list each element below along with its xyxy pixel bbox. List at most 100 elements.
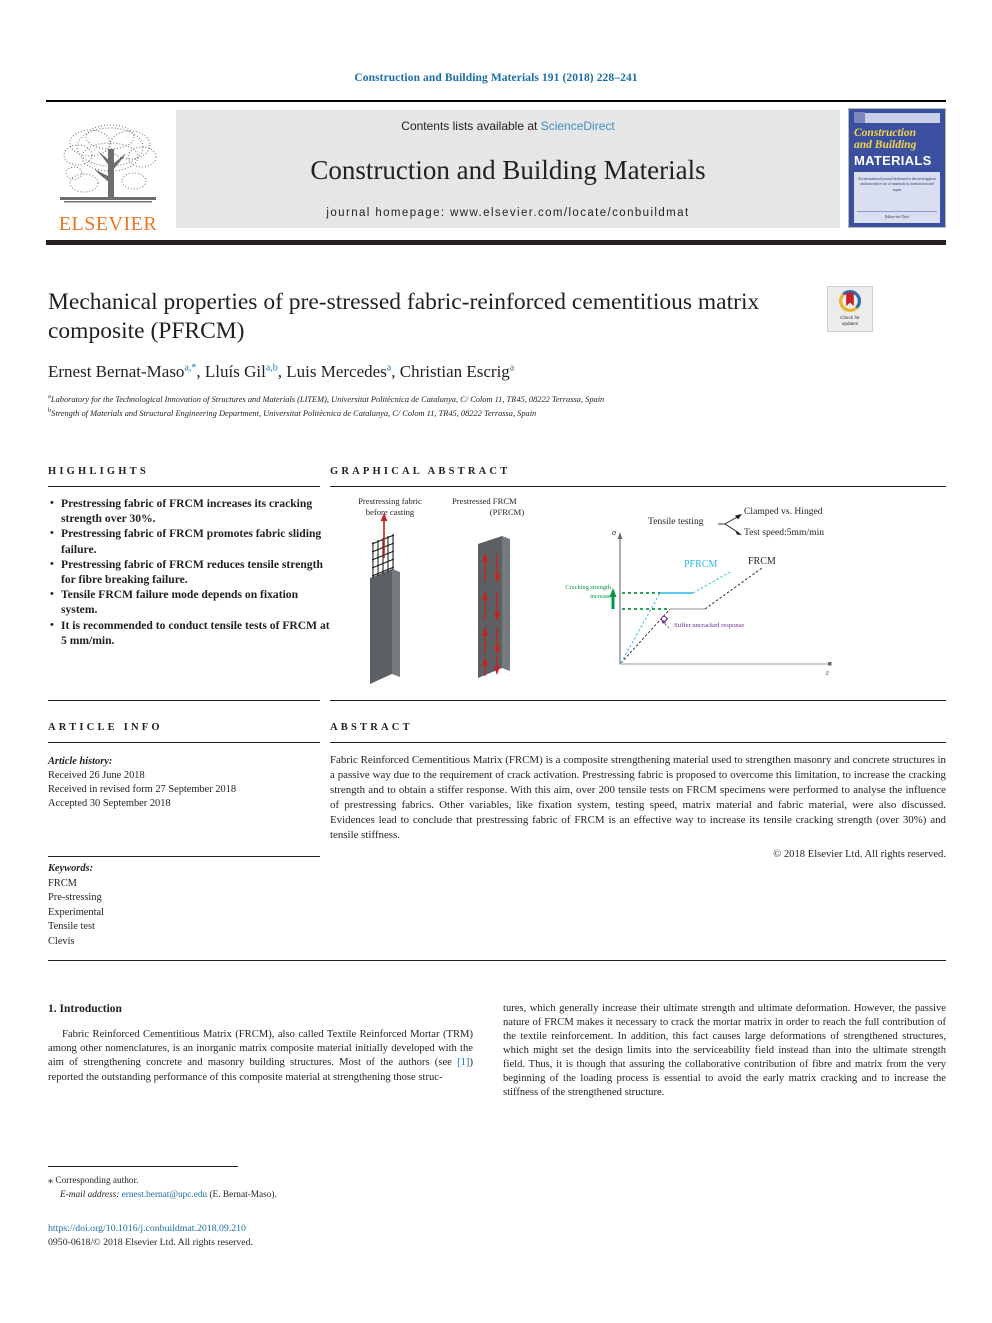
highlights-heading: HIGHLIGHTS (48, 466, 149, 477)
abstract-head-rule (330, 742, 946, 743)
keywords-separator-rule (48, 856, 320, 857)
journal-band: Contents lists available at ScienceDirec… (176, 110, 840, 228)
journal-masthead: ELSEVIER Contents lists available at Sci… (46, 100, 946, 234)
ga-pfrcm-label: PFRCM (684, 559, 718, 570)
contents-available-line: Contents lists available at ScienceDirec… (401, 119, 614, 133)
cover-line-3: MATERIALS (854, 152, 932, 168)
author-name: Christian Escrig (399, 362, 510, 382)
paper-page: Construction and Building Materials 191 … (0, 0, 992, 1323)
journal-title: Construction and Building Materials (310, 154, 706, 185)
cover-footer: Editor-in-Chief (857, 211, 937, 219)
doi-block: https://doi.org/10.1016/j.conbuildmat.20… (48, 1222, 488, 1249)
article-history-label: Article history: (48, 756, 113, 767)
ga-cracking-line1: Cracking strength (565, 584, 611, 591)
frcm-curve (620, 567, 763, 664)
elsevier-wordmark: ELSEVIER (58, 213, 158, 235)
graphical-abstract-head-rule (330, 486, 946, 487)
keywords-label: Keywords: (48, 863, 94, 874)
tensile-testing-brace (718, 514, 742, 535)
ga-cracking-strength-label: Cracking strength increase (525, 584, 611, 601)
ga-clamped-hinged-label: Clamped vs. Hinged (744, 506, 823, 517)
affiliations: aLaboratory for the Technological Innova… (48, 392, 818, 420)
keywords-block: Keywords: FRCM Pre-stressing Experimenta… (48, 862, 320, 949)
article-history-item: Received in revised form 27 September 20… (48, 784, 237, 796)
masthead-bottom-rule (46, 240, 946, 245)
highlights-bottom-rule (48, 700, 320, 701)
ga-frcm-label: FRCM (748, 556, 776, 567)
author-list: Ernest Bernat-Masoa,*, Lluís Gila,b, Lui… (48, 362, 515, 382)
elsevier-tree-icon (60, 124, 157, 203)
body-column-right: tures, which generally increase their ul… (503, 1002, 946, 1101)
crossmark-badge[interactable]: Check for updates (827, 286, 873, 332)
list-item: Prestressing fabric of FRCM increases it… (50, 496, 333, 526)
cover-topbar (854, 112, 940, 123)
abstract-block: Fabric Reinforced Cementitious Matrix (F… (330, 753, 946, 862)
elsevier-logo: ELSEVIER (46, 102, 170, 234)
author-name: Lluís Gil (204, 362, 266, 382)
abstract-section-header: ABSTRACT (330, 722, 946, 743)
keyword-item: Tensile test (48, 921, 95, 933)
issn-copyright-line: 0950-0618/© 2018 Elsevier Ltd. All right… (48, 1236, 253, 1248)
journal-homepage[interactable]: journal homepage: www.elsevier.com/locat… (326, 207, 689, 219)
cover-line-2: and Building (854, 139, 917, 152)
author-affil-marker[interactable]: a,* (184, 363, 196, 374)
intro-paragraph-left: Fabric Reinforced Cementitious Matrix (F… (48, 1028, 473, 1084)
keyword-item: Experimental (48, 906, 104, 918)
email-owner: (E. Bernat-Maso). (209, 1189, 277, 1200)
ga-y-axis-label: σ (612, 528, 617, 537)
keyword-item: Pre-stressing (48, 892, 102, 904)
list-item: Tensile FRCM failure mode depends on fix… (50, 587, 333, 617)
contents-prefix: Contents lists available at (401, 119, 541, 133)
article-history-item: Received 26 June 2018 (48, 770, 145, 782)
article-info-section-header: ARTICLE INFO (48, 722, 320, 743)
author-affil-marker[interactable]: a,b (266, 363, 278, 374)
affiliation-text: Strength of Materials and Structural Eng… (51, 409, 537, 419)
title-block: Mechanical properties of pre-stressed fa… (48, 288, 818, 420)
author-affil-marker[interactable]: a (387, 363, 391, 374)
author-affil-marker[interactable]: a (510, 363, 514, 374)
section-title-introduction: 1. Introduction (48, 1003, 122, 1015)
doi-link[interactable]: https://doi.org/10.1016/j.conbuildmat.20… (48, 1222, 488, 1236)
ga-illustration (370, 513, 832, 684)
journal-cover-thumbnail[interactable]: Construction and Building MATERIALS An i… (848, 108, 946, 228)
abstract-text: Fabric Reinforced Cementitious Matrix (F… (330, 754, 946, 841)
crossmark-line-2: updates (841, 320, 859, 326)
article-info-head-rule (48, 742, 320, 743)
keyword-item: FRCM (48, 877, 77, 889)
ga-stiffer-response-label: Stiffer uncracked response (674, 622, 745, 629)
email-label: E-mail address: (60, 1189, 120, 1200)
affiliation-text: Laboratory for the Technological Innovat… (50, 395, 605, 405)
corresponding-author-line: ⁎ Corresponding author. (48, 1174, 473, 1189)
sciencedirect-link[interactable]: ScienceDirect (541, 119, 615, 133)
article-history-item: Accepted 30 September 2018 (48, 798, 171, 810)
check-for-updates-icon (839, 290, 861, 312)
list-item: Prestressing fabric of FRCM reduces tens… (50, 557, 333, 587)
highlights-section-header: HIGHLIGHTS (48, 466, 320, 487)
keyword-item: Clevis (48, 935, 75, 947)
stiffer-response-pointer (660, 615, 672, 630)
intro-paragraph-right: tures, which generally increase their ul… (503, 1003, 946, 1099)
ga-test-speed-label: Test speed:5mm/min (744, 527, 825, 538)
email-line: E-mail address: ernest.bernat@upc.edu (E… (48, 1189, 473, 1202)
footnote-block: ⁎ Corresponding author. E-mail address: … (48, 1174, 473, 1202)
intro-text-part1: Fabric Reinforced Cementitious Matrix (F… (48, 1029, 473, 1069)
body-column-left: 1. Introduction Fabric Reinforced Cement… (48, 1002, 473, 1085)
highlights-head-rule (48, 486, 320, 487)
abstract-heading: ABSTRACT (330, 722, 413, 733)
running-head: Construction and Building Materials 191 … (354, 72, 638, 84)
crossmark-label: Check for updates (840, 315, 860, 326)
cracking-strength-indicator (609, 588, 670, 610)
specimen-pfrcm (478, 536, 510, 678)
graphical-abstract-section-header: GRAPHICAL ABSTRACT (330, 466, 946, 487)
email-link[interactable]: ernest.bernat@upc.edu (122, 1190, 207, 1200)
affiliation-item: bStrength of Materials and Structural En… (48, 406, 818, 420)
corresponding-author-marker: ⁎ (48, 1175, 53, 1186)
citation-link[interactable]: [1] (457, 1057, 469, 1068)
footnote-rule (48, 1166, 238, 1167)
corresponding-author-label: Corresponding author. (55, 1176, 139, 1186)
graphical-abstract-bottom-rule (330, 700, 946, 701)
highlights-list: Prestressing fabric of FRCM increases it… (48, 496, 333, 648)
page-title: Mechanical properties of pre-stressed fa… (48, 289, 760, 344)
body-separator-rule (48, 960, 946, 961)
list-item: Prestressing fabric of FRCM promotes fab… (50, 526, 333, 556)
